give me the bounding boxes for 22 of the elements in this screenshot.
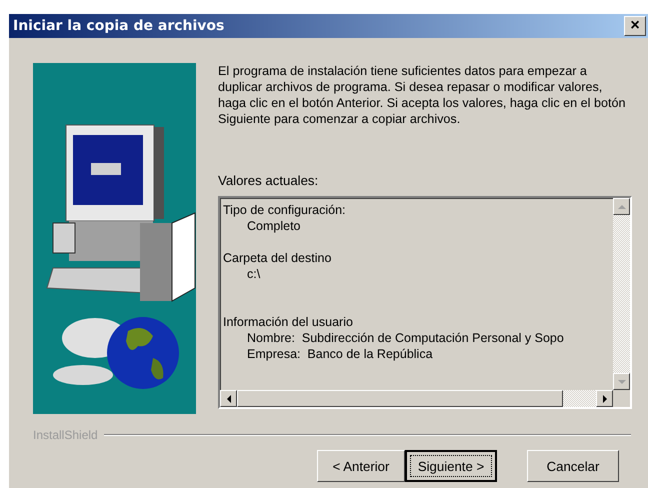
values-list-box[interactable]: Tipo de configuración: Completo Carpeta del destino c:\ Información del usuario Nombre: Subdirección de Computación Personal y Sopo Empresa: Banco de la República [218,196,632,409]
group-heading: Carpeta del destino [223,250,332,266]
close-button[interactable]: × [624,16,646,36]
vertical-scrollbar[interactable] [613,198,630,390]
dialog-button[interactable]: Cancelar [527,450,619,482]
value-line: Empresa: Banco de la República [247,346,433,362]
dialog-button[interactable]: Siguiente > [405,450,497,482]
dialog-button[interactable]: < Anterior [317,450,405,482]
group-heading: Información del usuario [223,314,353,330]
value-line: Nombre: Subdirección de Computación Personal y Sopo [247,330,564,346]
arrow-right-icon [600,394,608,402]
arrow-up-icon [618,202,626,210]
intro-paragraph: El programa de instalación tiene suficientes datos para empezar a duplicar archivos de programa. Si desea repasar o modificar valores, haga clic en el botón Anterior. Si acepta los valores, haga clic en el botón Siguiente para comenzar a copiar archivos. [218,63,626,127]
value-line: Completo [247,218,300,234]
value-line: c:\ [247,266,260,282]
brand-label: InstallShield [33,428,98,442]
arrow-left-icon [224,394,232,402]
horizontal-scrollbar[interactable] [220,390,613,407]
window-title: Iniciar la copia de archivos [13,18,224,34]
values-label: Valores actuales: [218,173,320,188]
group-heading: Tipo de configuración: [223,202,346,218]
arrow-down-icon [618,378,626,386]
